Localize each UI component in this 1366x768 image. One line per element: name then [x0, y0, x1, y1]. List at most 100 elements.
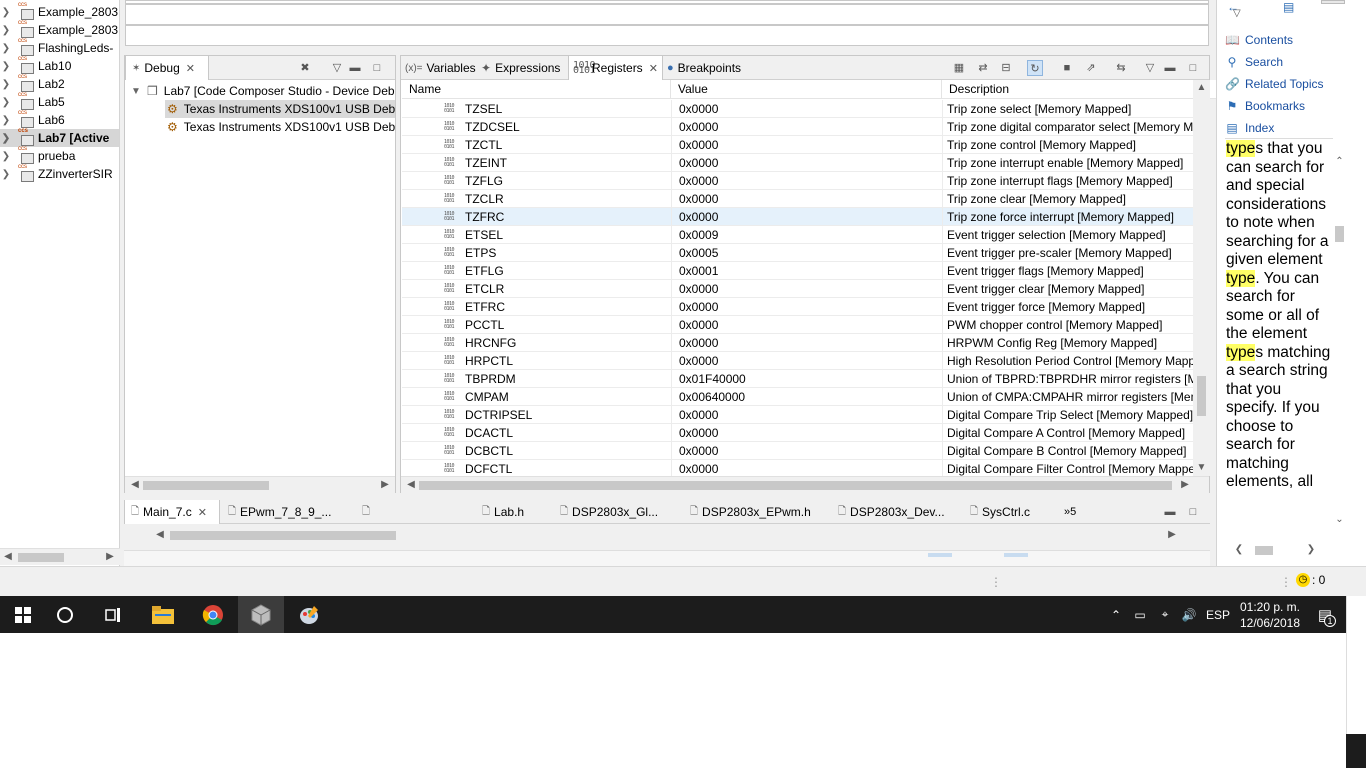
scroll-thumb[interactable]	[1255, 546, 1273, 555]
project-item[interactable]: ❯ Example_2803	[0, 20, 119, 39]
view-menu-icon[interactable]: ▽	[1142, 60, 1158, 76]
scroll-thumb[interactable]	[419, 481, 1172, 490]
register-value[interactable]: 0x0000	[671, 424, 941, 442]
tab-breakpoints[interactable]: ● Breakpoints	[667, 56, 757, 80]
chevron-right-icon[interactable]: ❯	[0, 43, 12, 54]
register-value[interactable]: 0x0000	[671, 460, 941, 476]
register-row[interactable]: 1010 0101 CMPAM 0x00640000 Union of CMPA:CM…	[402, 388, 1194, 406]
project-item[interactable]: ❯ prueba	[0, 146, 119, 165]
collapse-all-icon[interactable]: ⊟	[998, 60, 1014, 76]
help-vscroll[interactable]: ⌃ ⌄	[1331, 150, 1348, 530]
register-value[interactable]: 0x0000	[671, 298, 941, 316]
scroll-left-icon[interactable]: ❮	[1231, 542, 1247, 558]
close-icon[interactable]: ✕	[649, 62, 658, 75]
register-row[interactable]: 1010 0101 ETFRC 0x0000 Event trigger force …	[402, 298, 1194, 316]
register-row[interactable]: 1010 0101 DCBCTL 0x0000 Digital Compare B C…	[402, 442, 1194, 460]
chevron-right-icon[interactable]: ❯	[0, 151, 12, 162]
minimize-icon[interactable]: ▬	[1162, 60, 1178, 76]
cortana-search-icon[interactable]	[42, 596, 88, 633]
project-item[interactable]: ❯ ZZinverterSIR	[0, 164, 119, 183]
maximize-icon[interactable]: □	[1185, 504, 1201, 520]
project-item[interactable]: ❯ FlashingLeds-	[0, 38, 119, 57]
register-row[interactable]: 1010 0101 PCCTL 0x0000 PWM chopper control …	[402, 316, 1194, 334]
scroll-right-icon[interactable]: ▶	[1177, 477, 1193, 493]
tab-dsp2803x-gl[interactable]: 🗋 DSP2803x_Gl...	[560, 500, 660, 524]
tab-expressions[interactable]: ✦ Expressions	[481, 56, 567, 80]
register-value[interactable]: 0x0000	[671, 406, 941, 424]
language-indicator[interactable]: ESP	[1204, 596, 1232, 633]
scroll-thumb[interactable]	[18, 553, 64, 562]
registers-hscroll[interactable]: ◀ ▶	[401, 476, 1209, 493]
refresh-icon[interactable]: ↻	[1027, 60, 1043, 76]
view-menu-icon[interactable]: ▽	[329, 60, 345, 76]
register-value[interactable]: 0x0000	[671, 118, 941, 136]
project-item[interactable]: ❯ Lab10	[0, 56, 119, 75]
registers-vscroll[interactable]: ▲ ▼	[1193, 80, 1210, 476]
scroll-up-icon[interactable]: ▲	[1193, 80, 1210, 96]
volume-icon[interactable]: 🔊	[1178, 596, 1200, 633]
register-row[interactable]: 1010 0101 DCFCTL 0x0000 Digital Compare Fil…	[402, 460, 1194, 476]
wifi-icon[interactable]: ⌖	[1154, 596, 1176, 633]
register-row[interactable]: 1010 0101 TZEINT 0x0000 Trip zone interrupt…	[402, 154, 1194, 172]
scroll-thumb[interactable]	[170, 531, 396, 540]
chevron-right-icon[interactable]: ❯	[0, 7, 12, 18]
scroll-left-icon[interactable]: ◀	[403, 477, 419, 493]
project-item[interactable]: ❯ Lab7 [Active	[0, 128, 119, 147]
register-value[interactable]: 0x0000	[671, 154, 941, 172]
debug-tree-item-selected[interactable]: ⚙ Texas Instruments XDS100v1 USB Debug	[165, 100, 395, 118]
project-item[interactable]: ❯ Example_2803	[0, 2, 119, 21]
code-composer-studio-icon[interactable]	[238, 596, 284, 633]
register-row[interactable]: 1010 0101 TZFRC 0x0000 Trip zone force inte…	[402, 208, 1194, 226]
register-row[interactable]: 1010 0101 TZCLR 0x0000 Trip zone clear [Mem…	[402, 190, 1194, 208]
tab-registers[interactable]: 1010 0101 Registers ✕	[568, 56, 663, 80]
register-value[interactable]: 0x0000	[671, 334, 941, 352]
register-row[interactable]: 1010 0101 DCACTL 0x0000 Digital Compare A C…	[402, 424, 1194, 442]
clock[interactable]: 01:20 p. m. 12/06/2018	[1234, 596, 1306, 633]
tab-c-file[interactable]: 🗋	[362, 500, 382, 524]
chevron-right-icon[interactable]: ❯	[0, 115, 12, 126]
maximize-icon[interactable]: □	[1185, 60, 1201, 76]
add-group-icon[interactable]: ⇄	[975, 60, 991, 76]
help-link-search[interactable]: ⚲ Search	[1225, 52, 1283, 72]
register-value[interactable]: 0x0000	[671, 316, 941, 334]
tab-sysctrl-c[interactable]: 🗋 SysCtrl.c	[970, 500, 1050, 524]
battery-icon[interactable]: ▭	[1130, 596, 1150, 633]
chevron-right-icon[interactable]: ❯	[0, 169, 12, 180]
register-value[interactable]: 0x0000	[671, 442, 941, 460]
register-group-icon[interactable]: ▦	[951, 60, 967, 76]
column-description-header[interactable]: Description	[942, 80, 1194, 99]
column-value-header[interactable]: Value	[671, 80, 942, 99]
register-row[interactable]: 1010 0101 TZCTL 0x0000 Trip zone control [M…	[402, 136, 1194, 154]
chevron-right-icon[interactable]: ❯	[0, 97, 12, 108]
register-row[interactable]: 1010 0101 ETPS 0x0005 Event trigger pre-sca…	[402, 244, 1194, 262]
print-icon[interactable]: ▤	[1283, 0, 1294, 14]
editor-hscroll[interactable]: ◀ ▶	[152, 527, 1182, 544]
remove-launch-icon[interactable]: ✖	[297, 60, 313, 76]
scroll-right-icon[interactable]: ▶	[102, 549, 118, 565]
tab-debug[interactable]: ✶ Debug ✕	[125, 56, 209, 80]
register-row[interactable]: 1010 0101 TBPRDM 0x01F40000 Union of TBPRD:…	[402, 370, 1194, 388]
minimize-icon[interactable]: ▬	[1162, 504, 1178, 520]
register-row[interactable]: 1010 0101 TZFLG 0x0000 Trip zone interrupt …	[402, 172, 1194, 190]
project-item[interactable]: ❯ Lab2	[0, 74, 119, 93]
export-icon[interactable]: ⇗	[1083, 60, 1099, 76]
sync-icon[interactable]: ⇆	[1113, 60, 1129, 76]
register-value[interactable]: 0x0005	[671, 244, 941, 262]
register-value[interactable]: 0x0000	[671, 352, 941, 370]
register-row[interactable]: 1010 0101 ETFLG 0x0001 Event trigger flags …	[402, 262, 1194, 280]
register-row[interactable]: 1010 0101 DCTRIPSEL 0x0000 Digital Compare …	[402, 406, 1194, 424]
project-item[interactable]: ❯ Lab5	[0, 92, 119, 111]
debug-hscroll[interactable]: ◀ ▶	[125, 476, 395, 493]
register-row[interactable]: 1010 0101 HRPCTL 0x0000 High Resolution Per…	[402, 352, 1194, 370]
help-link-bookmarks[interactable]: ⚑ Bookmarks	[1225, 96, 1305, 116]
scroll-right-icon[interactable]: ▶	[1164, 527, 1180, 543]
tab-epwm-7-8-9[interactable]: 🗋 EPwm_7_8_9_...	[228, 500, 331, 524]
tab-main-7-c[interactable]: 🗋 Main_7.c ✕	[124, 500, 220, 524]
view-menu-icon[interactable]: ▽	[1233, 8, 1241, 19]
tab-variables[interactable]: (x)= Variables	[405, 56, 477, 80]
scroll-thumb[interactable]	[1335, 226, 1344, 242]
tab-dsp2803x-dev[interactable]: 🗋 DSP2803x_Dev...	[838, 500, 948, 524]
scroll-right-icon[interactable]: ▶	[377, 477, 393, 493]
register-value[interactable]: 0x0000	[671, 190, 941, 208]
editor-input-area-2[interactable]	[125, 25, 1209, 46]
